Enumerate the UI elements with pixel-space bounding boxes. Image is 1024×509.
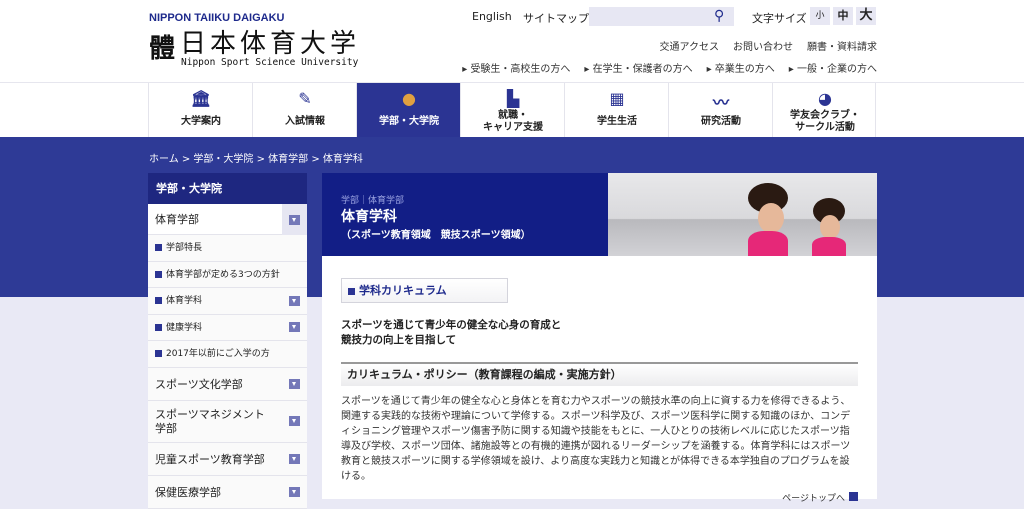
main-content: 学部｜体育学部 体育学科 （スポーツ教育領域 競技スポーツ領域） 学科カリキュラ… <box>322 173 877 504</box>
policy-body: スポーツを通じて青少年の健全な心と身体とを育む力やスポーツの競技水準の向上に資す… <box>341 396 851 482</box>
building-icon: 🏛 <box>190 89 212 108</box>
sidebar-label: 体育学科 <box>166 296 203 306</box>
sidebar-item-child-sport[interactable]: 児童スポーツ教育学部 <box>148 442 307 476</box>
audience-link-alumni[interactable]: ▸ 卒業生の方へ <box>707 60 775 75</box>
utility-links: 交通アクセス お問い合わせ 願書・資料請求 <box>407 38 878 53</box>
hero-breadcrumb[interactable]: 学部｜体育学部 <box>341 193 601 206</box>
sidebar-label: 学部特長 <box>166 243 203 253</box>
brand-english[interactable]: NIPPON TAIIKU DAIGAKU <box>149 12 349 24</box>
chevron-down-icon[interactable] <box>289 378 300 389</box>
nav-label: 就職・ キャリア支援 <box>483 110 543 133</box>
brand-japanese[interactable]: 日本体育大学 <box>180 28 380 60</box>
sidebar-item-pe-faculty[interactable]: 体育学部 <box>148 204 307 235</box>
chevron-down-icon[interactable] <box>289 295 300 306</box>
page-hero: 学部｜体育学部 体育学科 （スポーツ教育領域 競技スポーツ領域） <box>322 173 877 256</box>
search-input[interactable] <box>589 7 734 26</box>
pencil-icon: ✎ <box>298 89 312 108</box>
sidebar-item-sport-culture[interactable]: スポーツ文化学部 <box>148 367 307 401</box>
nav-research[interactable]: 〰研究活動 <box>668 83 772 138</box>
calendar-icon: ▦ <box>609 89 625 108</box>
nav-label: 研究活動 <box>701 116 741 127</box>
nav-label: 学生生活 <box>597 116 637 127</box>
bullet-icon <box>155 323 162 331</box>
audience-link-applicants[interactable]: ▸ 受験生・高校生の方へ <box>462 60 570 75</box>
sidebar-label: 2017年以前にご入学の方 <box>166 349 270 359</box>
audience-label: 在学生・保護者の方へ <box>592 64 693 75</box>
page-title: 体育学科 <box>341 209 397 225</box>
nav-student-life[interactable]: ▦ 学生生活 <box>564 83 668 138</box>
nav-label: 学友会クラブ・ サークル活動 <box>790 110 860 133</box>
bullet-icon <box>155 270 162 278</box>
sidebar: 学部・大学院 体育学部 学部特長 体育学部が定める3つの方針 体育学科 健康学科… <box>148 173 307 509</box>
sidebar-label: 児童スポーツ教育学部 <box>155 452 265 466</box>
bullet-icon <box>155 350 162 357</box>
nav-label: 学部・大学院 <box>379 116 439 127</box>
runners-photo <box>608 173 877 256</box>
audience-links: ▸ 受験生・高校生の方へ ▸ 在学生・保護者の方へ ▸ 卒業生の方へ ▸ 一般・… <box>407 60 877 75</box>
chevron-down-icon[interactable] <box>289 486 300 497</box>
audience-label: 受験生・高校生の方へ <box>470 64 571 75</box>
page-top-link[interactable]: ページトップへ <box>768 491 858 504</box>
bullet-icon <box>348 287 355 295</box>
tab-label: 学科カリキュラム <box>359 284 447 297</box>
policy-heading: カリキュラム・ポリシー（教育課程の編成・実施方針） <box>341 362 858 386</box>
nav-career[interactable]: ▙ 就職・ キャリア支援 <box>460 83 564 138</box>
audience-label: 卒業生の方へ <box>714 64 775 75</box>
sidebar-item-sport-management[interactable]: スポーツマネジメント学部 <box>148 400 307 443</box>
city-icon: ▙ <box>506 89 520 108</box>
arrow-up-icon <box>849 492 858 501</box>
sidebar-item-pre2017[interactable]: 2017年以前にご入学の方 <box>148 341 307 368</box>
nav-label: 入試情報 <box>285 116 325 127</box>
nav-faculties[interactable]: ● 学部・大学院 <box>356 83 460 138</box>
logo-icon[interactable]: 體 <box>149 33 175 66</box>
chevron-down-icon[interactable] <box>289 453 300 464</box>
font-size-small-button[interactable]: 小 <box>810 7 830 25</box>
bullet-icon <box>155 244 162 251</box>
sidebar-item-features[interactable]: 学部特長 <box>148 235 307 262</box>
lead-text: スポーツを通じて青少年の健全な心身の育成と 競技力の向上を目指して <box>341 319 562 346</box>
sidebar-label: 保健医療学部 <box>155 485 221 499</box>
curriculum-tab[interactable]: 学科カリキュラム <box>341 278 508 303</box>
sitemap-link[interactable]: サイトマップ <box>523 10 589 26</box>
search-icon[interactable]: ⚲ <box>714 8 730 24</box>
sidebar-label: 健康学科 <box>166 322 203 333</box>
nav-clubs[interactable]: ◕ 学友会クラブ・ サークル活動 <box>772 83 876 138</box>
sidebar-item-health-dept[interactable]: 健康学科 <box>148 314 307 341</box>
english-link[interactable]: English <box>472 10 512 23</box>
font-size-large-button[interactable]: 大 <box>856 7 876 25</box>
brand-subtitle: Nippon Sport Science University <box>181 57 359 68</box>
chevron-down-icon[interactable] <box>289 416 300 426</box>
sidebar-label: 体育学部 <box>155 213 199 226</box>
sidebar-item-pe-dept[interactable]: 体育学科 <box>148 288 307 315</box>
sidebar-item-health-medical[interactable]: 保健医療学部 <box>148 475 307 509</box>
nav-about[interactable]: 🏛 大学案内 <box>148 83 252 138</box>
header: NIPPON TAIIKU DAIGAKU 體 日本体育大学 Nippon Sp… <box>0 0 1024 82</box>
page-subtitle: （スポーツ教育領域 競技スポーツ領域） <box>341 230 531 241</box>
sidebar-label: 体育学部が定める3つの方針 <box>166 269 280 280</box>
chevron-down-icon[interactable] <box>289 214 300 225</box>
page-frame: NIPPON TAIIKU DAIGAKU 體 日本体育大学 Nippon Sp… <box>0 0 1024 509</box>
access-link[interactable]: 交通アクセス <box>660 38 720 53</box>
sidebar-label: スポーツ文化学部 <box>155 377 243 391</box>
request-link[interactable]: 願書・資料請求 <box>807 38 877 53</box>
global-nav: 🏛 大学案内 ✎ 入試情報 ● 学部・大学院 ▙ 就職・ キャリア支援 ▦ 学生生活 〰研… <box>0 82 1024 138</box>
chart-line-icon: 〰 <box>712 93 729 112</box>
audience-link-students[interactable]: ▸ 在学生・保護者の方へ <box>584 60 692 75</box>
audience-label: 一般・企業の方へ <box>797 64 877 75</box>
bullet-icon <box>155 297 162 304</box>
nav-admissions[interactable]: ✎ 入試情報 <box>252 83 356 138</box>
ball-icon: ◕ <box>818 89 832 108</box>
sidebar-heading: 学部・大学院 <box>148 173 307 204</box>
chevron-down-icon[interactable] <box>289 322 300 333</box>
audience-link-general[interactable]: ▸ 一般・企業の方へ <box>789 60 877 75</box>
pins-icon: ● <box>402 89 416 108</box>
page-top-label: ページトップへ <box>782 494 845 504</box>
sidebar-item-policies[interactable]: 体育学部が定める3つの方針 <box>148 261 307 288</box>
nav-label: 大学案内 <box>181 116 221 127</box>
breadcrumb[interactable]: ホーム > 学部・大学院 > 体育学部 > 体育学科 <box>149 150 549 165</box>
font-size-medium-button[interactable]: 中 <box>833 7 853 25</box>
sidebar-label: スポーツマネジメント学部 <box>155 407 265 435</box>
contact-link[interactable]: お問い合わせ <box>733 38 793 53</box>
font-size-label: 文字サイズ <box>752 12 807 25</box>
